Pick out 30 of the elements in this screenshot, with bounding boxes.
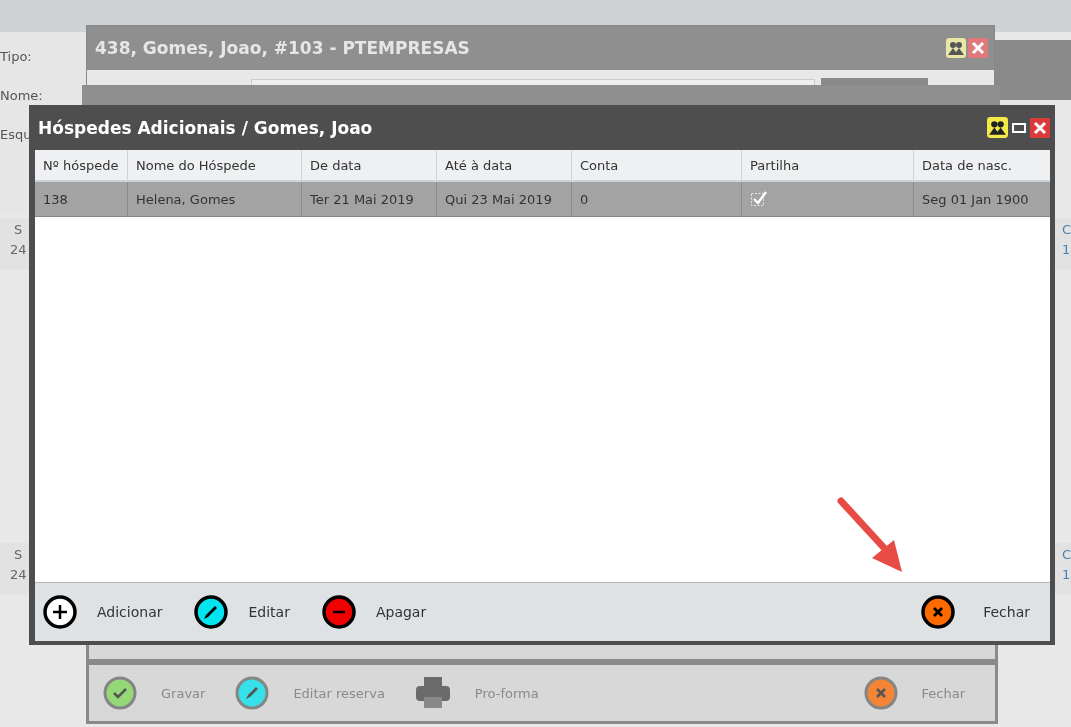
- table-cell: Qui 23 Mai 2019: [437, 182, 572, 216]
- close-button[interactable]: Fechar: [921, 595, 1030, 629]
- delete-button[interactable]: Apagar: [321, 595, 427, 629]
- column-header[interactable]: Data de nasc.: [914, 150, 1050, 180]
- column-header[interactable]: Partilha: [742, 150, 914, 180]
- table-cell: 0: [572, 182, 742, 216]
- table-cell: S: [14, 222, 23, 237]
- field-label: Tipo:: [0, 49, 32, 64]
- table-cell: 1: [1062, 567, 1071, 582]
- column-header[interactable]: Até à data: [437, 150, 572, 180]
- table-cell: C: [1062, 222, 1071, 237]
- column-header[interactable]: Nome do Hóspede: [128, 150, 302, 180]
- table-cell: Helena, Gomes: [128, 182, 302, 216]
- table-cell: 24: [10, 567, 27, 582]
- table-cell-text: Seg 01 Jan 1900: [921, 190, 1030, 209]
- table-cell: Ter 21 Mai 2019: [302, 182, 437, 216]
- table-cell: 24: [10, 242, 27, 257]
- column-header[interactable]: Conta: [572, 150, 742, 180]
- table-cell: C: [1062, 547, 1071, 562]
- table-row[interactable]: 138 Helena, Gomes Ter 21 Mai 2019 Qui 23 Mai 2019 0 Seg 01 Jan 1900: [35, 182, 1050, 217]
- column-header[interactable]: De data: [302, 150, 437, 180]
- add-button[interactable]: Adicionar: [43, 595, 163, 629]
- table-cell: 138: [35, 182, 128, 216]
- window-title: 438, Gomes, Joao, #103 - PTEMPRESAS: [95, 38, 471, 58]
- window-title: Hóspedes Adicionais / Gomes, Joao: [37, 117, 374, 138]
- table-cell: 1: [1062, 242, 1071, 257]
- table-cell: S: [14, 547, 23, 562]
- column-header[interactable]: Nº hóspede: [35, 150, 128, 180]
- edit-button[interactable]: Editar: [194, 595, 290, 629]
- field-label: Nome:: [0, 88, 43, 103]
